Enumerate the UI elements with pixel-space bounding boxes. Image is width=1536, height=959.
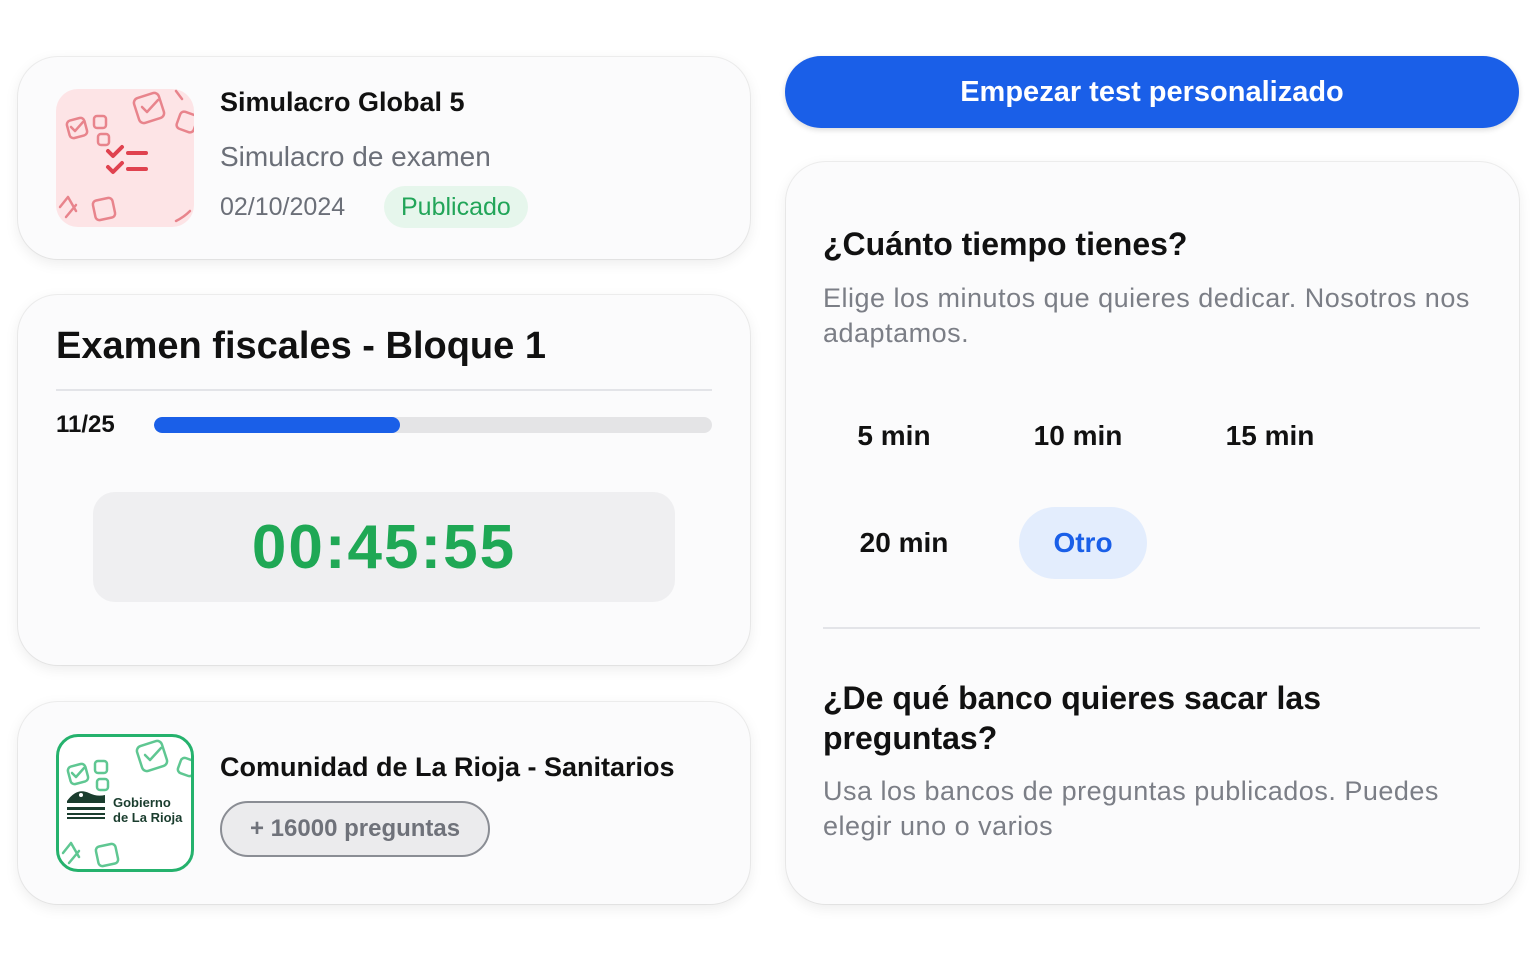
simulacro-subtitle: Simulacro de examen bbox=[220, 141, 491, 172]
time-option-15[interactable]: 15 min bbox=[1204, 400, 1336, 472]
exam-card[interactable]: Examen fiscales - Bloque 1 11/25 00:45:5… bbox=[18, 295, 750, 665]
bank-title: Comunidad de La Rioja - Sanitarios bbox=[220, 752, 675, 782]
simulacro-card[interactable]: Simulacro Global 5 Simulacro de examen 0… bbox=[18, 57, 750, 259]
timer: 00:45:55 bbox=[251, 512, 517, 582]
progress-bar-fill bbox=[154, 417, 400, 433]
timer-box: 00:45:55 bbox=[93, 492, 675, 602]
section-divider bbox=[823, 627, 1480, 629]
start-custom-test-button[interactable]: Empezar test personalizado bbox=[785, 56, 1519, 128]
simulacro-date: 02/10/2024 bbox=[220, 193, 346, 221]
logo-line2: de La Rioja bbox=[113, 810, 183, 825]
checklist-icon bbox=[56, 89, 194, 227]
status-badge: Publicado bbox=[384, 186, 528, 228]
divider bbox=[56, 389, 712, 391]
questions-count-pill: + 16000 preguntas bbox=[220, 801, 491, 857]
exam-title: Examen fiscales - Bloque 1 bbox=[56, 325, 546, 367]
simulacro-title: Simulacro Global 5 bbox=[220, 87, 465, 117]
time-option-5[interactable]: 5 min bbox=[823, 400, 965, 472]
bank-description: Usa los bancos de preguntas publicados. … bbox=[823, 776, 1439, 841]
time-option-other[interactable]: Otro bbox=[1019, 507, 1147, 579]
bank-card[interactable]: Gobierno de La Rioja Comunidad de La Rio… bbox=[18, 702, 750, 904]
bank-question: ¿De qué banco quieres sacar las pregunta… bbox=[823, 680, 1321, 756]
progress-label: 11/25 bbox=[56, 411, 115, 438]
time-description: Elige los minutos que quieres dedicar. N… bbox=[823, 283, 1470, 348]
progress-bar bbox=[154, 417, 712, 433]
logo-line1: Gobierno bbox=[113, 795, 171, 810]
time-option-10[interactable]: 10 min bbox=[1012, 400, 1144, 472]
time-option-20[interactable]: 20 min bbox=[836, 507, 972, 579]
gobierno-la-rioja-logo: Gobierno de La Rioja bbox=[56, 734, 194, 872]
logo-text: Gobierno de La Rioja bbox=[113, 795, 182, 825]
test-config-card: ¿Cuánto tiempo tienes? Elige los minutos… bbox=[786, 162, 1519, 904]
time-question: ¿Cuánto tiempo tienes? bbox=[823, 226, 1188, 262]
